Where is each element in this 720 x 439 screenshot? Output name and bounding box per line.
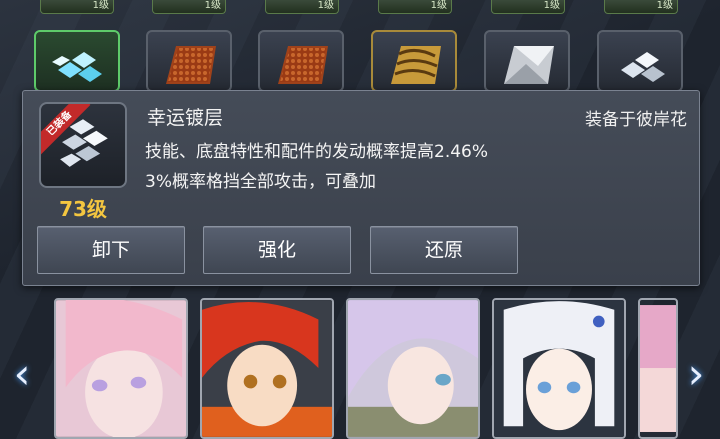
character-portrait-silver[interactable] bbox=[492, 298, 626, 439]
item-slot-copper[interactable] bbox=[146, 30, 232, 92]
item-description: 技能、底盘特性和配件的发动概率提高2.46% 3%概率格挡全部攻击，可叠加 bbox=[145, 137, 488, 197]
pink-haired-girl-portrait bbox=[56, 300, 186, 437]
copper-plate-icon bbox=[166, 46, 216, 84]
level-chip: 1级 bbox=[491, 0, 565, 14]
item-detail-panel: 已装备 73级 幸运镀层 装备于彼岸花 技能、底盘特性和配件的发动概率提高2.4… bbox=[22, 90, 700, 286]
item-slot-copper[interactable] bbox=[258, 30, 344, 92]
restore-button[interactable]: 还原 bbox=[370, 226, 518, 274]
unequip-button[interactable]: 卸下 bbox=[37, 226, 185, 274]
character-portrait-lavender[interactable] bbox=[346, 298, 480, 439]
chevron-right-icon[interactable]: › bbox=[682, 350, 710, 398]
crystal-chip-icon bbox=[52, 52, 102, 82]
enhance-button[interactable]: 强化 bbox=[203, 226, 351, 274]
item-slot-crystal[interactable] bbox=[34, 30, 120, 92]
copper-plate-icon bbox=[278, 46, 328, 84]
crystal-chip-icon bbox=[621, 52, 665, 82]
chevron-left-icon[interactable]: ‹ bbox=[8, 350, 36, 398]
partial-portrait bbox=[640, 305, 676, 432]
character-portrait-red[interactable] bbox=[200, 298, 334, 439]
red-haired-girl-portrait bbox=[202, 300, 332, 437]
item-slot-steel[interactable] bbox=[484, 30, 570, 92]
gold-plate-icon bbox=[391, 46, 441, 84]
top-level-row: 1级 1级 1级 1级 1级 1级 bbox=[0, 0, 720, 18]
level-chip: 1级 bbox=[152, 0, 226, 14]
level-chip: 1级 bbox=[378, 0, 452, 14]
level-chip: 1级 bbox=[604, 0, 678, 14]
item-slot-crystal[interactable] bbox=[597, 30, 683, 92]
equipped-on-label: 装备于彼岸花 bbox=[585, 110, 687, 130]
item-name: 幸运镀层 bbox=[147, 107, 224, 129]
description-line-2: 3%概率格挡全部攻击，可叠加 bbox=[145, 172, 376, 192]
steel-plate-icon bbox=[504, 46, 554, 84]
level-chip: 1级 bbox=[40, 0, 114, 14]
level-chip: 1级 bbox=[265, 0, 339, 14]
character-portrait-partial[interactable] bbox=[638, 298, 678, 439]
item-slot-gold[interactable] bbox=[371, 30, 457, 92]
item-icon-box: 已装备 bbox=[39, 102, 127, 188]
silver-haired-girl-portrait bbox=[494, 300, 624, 437]
item-level: 73级 bbox=[59, 197, 107, 221]
crystal-chip-icon bbox=[60, 119, 108, 167]
character-portrait-pink[interactable] bbox=[54, 298, 188, 439]
lavender-haired-girl-portrait bbox=[348, 300, 478, 437]
description-line-1: 技能、底盘特性和配件的发动概率提高2.46% bbox=[145, 142, 489, 162]
